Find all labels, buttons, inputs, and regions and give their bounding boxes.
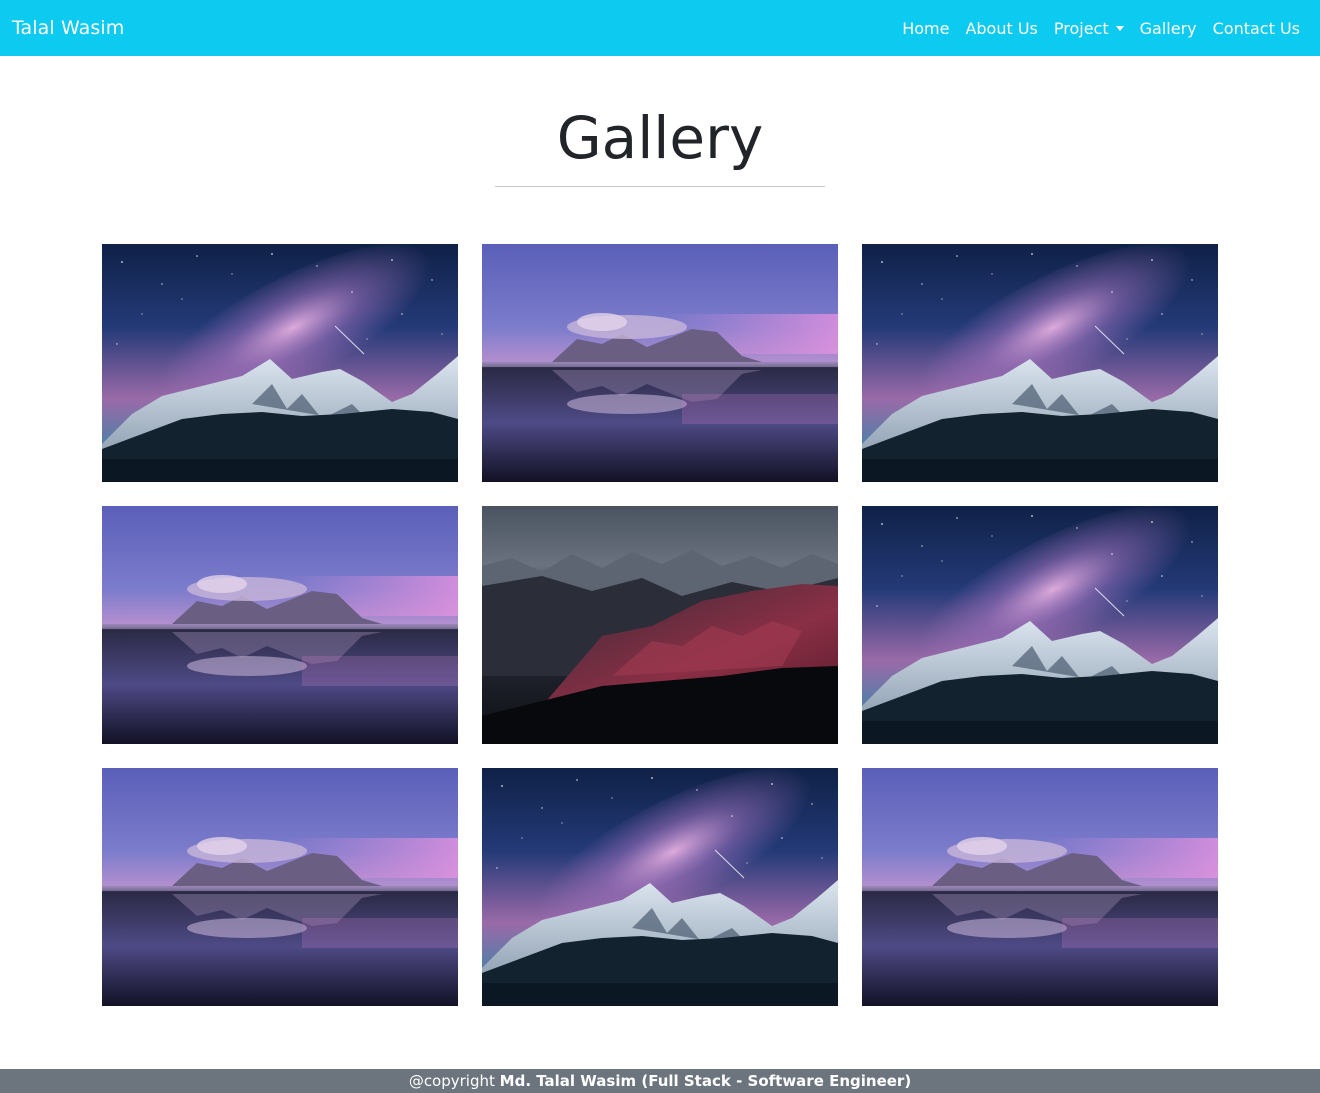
nav-gallery-label: Gallery (1139, 18, 1197, 38)
footer: @copyright Md. Talal Wasim (Full Stack -… (0, 1069, 1320, 1093)
milky-way-mountains-photo (482, 768, 838, 1006)
nav-home[interactable]: Home (894, 11, 957, 46)
nav-contact-label: Contact Us (1212, 18, 1300, 38)
gallery-image-8[interactable] (482, 768, 838, 1006)
milky-way-mountains-photo (862, 506, 1218, 744)
red-mountain-range-photo (482, 506, 838, 744)
mountain-lake-reflection-photo (482, 244, 838, 482)
copyright-prefix: @copyright (408, 1072, 500, 1090)
gallery-image-7[interactable] (102, 768, 458, 1006)
navbar: Talal Wasim Home About Us Project Galler… (0, 0, 1320, 56)
gallery-image-3[interactable] (862, 244, 1218, 482)
title-divider (495, 186, 825, 187)
nav-about-us[interactable]: About Us (957, 11, 1045, 46)
gallery-grid (102, 244, 1218, 1006)
gallery-image-5[interactable] (482, 506, 838, 744)
gallery-image-4[interactable] (102, 506, 458, 744)
mountain-lake-reflection-photo (102, 506, 458, 744)
mountain-lake-reflection-photo (102, 768, 458, 1006)
gallery-image-1[interactable] (102, 244, 458, 482)
caret-down-icon (1115, 25, 1124, 31)
nav-project-dropdown[interactable]: Project (1046, 11, 1132, 46)
title-section: Gallery (0, 100, 1320, 176)
gallery-image-2[interactable] (482, 244, 838, 482)
page-title: Gallery (556, 104, 764, 172)
nav-menu: Home About Us Project Gallery Contact Us (894, 11, 1308, 46)
nav-about-label: About Us (965, 18, 1038, 38)
gallery-image-9[interactable] (862, 768, 1218, 1006)
brand-link[interactable]: Talal Wasim (12, 17, 124, 39)
nav-home-label: Home (902, 18, 950, 38)
nav-project-label: Project (1053, 18, 1109, 38)
copyright-author: Md. Talal Wasim (Full Stack - Software E… (499, 1072, 912, 1090)
milky-way-mountains-photo (102, 244, 458, 482)
nav-contact-us[interactable]: Contact Us (1205, 11, 1308, 46)
mountain-lake-reflection-photo (862, 768, 1218, 1006)
nav-gallery[interactable]: Gallery (1132, 11, 1205, 46)
milky-way-mountains-photo (862, 244, 1218, 482)
gallery-image-6[interactable] (862, 506, 1218, 744)
